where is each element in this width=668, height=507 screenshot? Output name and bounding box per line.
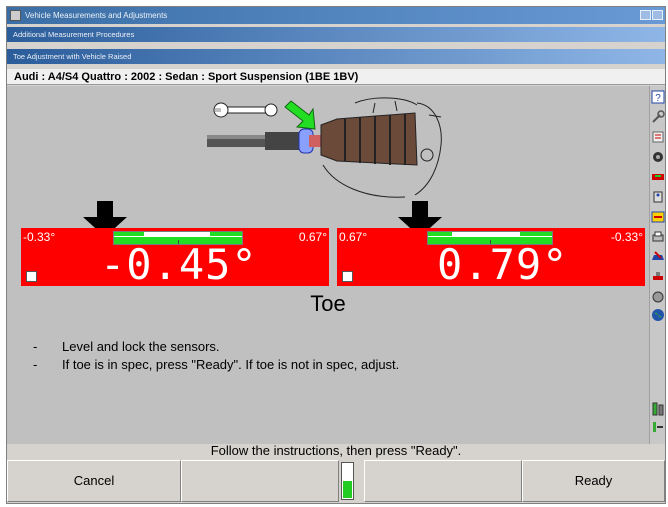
adjust-icon[interactable]: [651, 402, 665, 416]
wrench-icon[interactable]: [651, 110, 665, 124]
left-toe-value: -0.45°: [100, 240, 258, 289]
specs-icon[interactable]: [651, 130, 665, 144]
section-title: Toe Adjustment with Vehicle Raised: [13, 52, 132, 61]
wrench-icon: [213, 102, 278, 118]
right-edit-icon[interactable]: [342, 271, 353, 282]
globe-icon[interactable]: [651, 308, 665, 322]
left-gauge-min: -0.33°: [23, 230, 56, 244]
right-toe-value: 0.79°: [437, 240, 569, 289]
vehicle-bar: Audi : A4/S4 Quattro : 2002 : Sedan : Sp…: [7, 69, 665, 85]
instruction-text: If toe is in spec, press "Ready". If toe…: [62, 357, 400, 372]
right-gauge-min: 0.67°: [339, 230, 368, 244]
tie-rod-illustration: [207, 97, 442, 198]
left-gauge-max: 0.67°: [298, 230, 327, 244]
readings-icon[interactable]: [651, 210, 665, 224]
window-title: Vehicle Measurements and Adjustments: [25, 11, 168, 20]
camera-icon[interactable]: [651, 150, 665, 164]
sensor-icon[interactable]: [651, 190, 665, 204]
level-meter: [341, 462, 354, 500]
empty-button-slot: [364, 460, 522, 502]
procedure-header: Additional Measurement Procedures: [7, 27, 665, 42]
measurement-label: Toe: [310, 291, 346, 316]
tools-icon[interactable]: [651, 270, 665, 284]
alignment-icon[interactable]: [651, 170, 665, 184]
app-icon: [10, 10, 21, 21]
exit-icon[interactable]: [651, 420, 665, 434]
instruction-text: Level and lock the sensors.: [62, 339, 220, 354]
close-button[interactable]: [652, 10, 663, 20]
title-bar: Vehicle Measurements and Adjustments: [7, 7, 665, 24]
adjust-arrow-icon: [284, 100, 316, 130]
procedure-title: Additional Measurement Procedures: [13, 30, 135, 39]
main-panel: -0.33° 0.67° -0.45° 0.67° -0.33° 0.79° T…: [7, 86, 649, 444]
app-window: Vehicle Measurements and Adjustments Add…: [6, 6, 666, 504]
instruction-bullet: -: [33, 357, 38, 372]
ready-button[interactable]: Ready: [522, 460, 665, 502]
help-icon[interactable]: ?: [651, 90, 665, 104]
left-spec-band-edge: [114, 232, 144, 236]
svg-text:?: ?: [655, 93, 661, 104]
right-spec-band-edge: [428, 232, 452, 236]
footer: Follow the instructions, then press "Rea…: [7, 444, 665, 503]
tire-icon[interactable]: [651, 290, 665, 304]
cancel-button[interactable]: Cancel: [7, 460, 181, 502]
status-message: Follow the instructions, then press "Rea…: [210, 443, 462, 458]
toolbar-sidebar: ?: [649, 86, 665, 444]
tie-rod-icon: [207, 128, 323, 154]
left-toe-gauge: -0.33° 0.67° -0.45°: [21, 228, 329, 289]
boot-icon: [320, 112, 418, 166]
left-spec-band-edge: [210, 232, 242, 236]
right-spec-band-edge: [520, 232, 552, 236]
section-header: Toe Adjustment with Vehicle Raised: [7, 49, 665, 64]
right-toe-gauge: 0.67° -0.33° 0.79°: [337, 228, 645, 289]
instruction-bullet: -: [33, 339, 38, 354]
left-edit-icon[interactable]: [26, 271, 37, 282]
empty-button-slot: [181, 460, 339, 502]
level-meter-fill: [343, 481, 352, 498]
vehicle-icon[interactable]: [651, 250, 665, 264]
printer-icon[interactable]: [651, 230, 665, 244]
vehicle-info: Audi : A4/S4 Quattro : 2002 : Sedan : Sp…: [14, 71, 359, 83]
right-gauge-max: -0.33°: [610, 230, 643, 244]
minimize-button[interactable]: [640, 10, 651, 20]
